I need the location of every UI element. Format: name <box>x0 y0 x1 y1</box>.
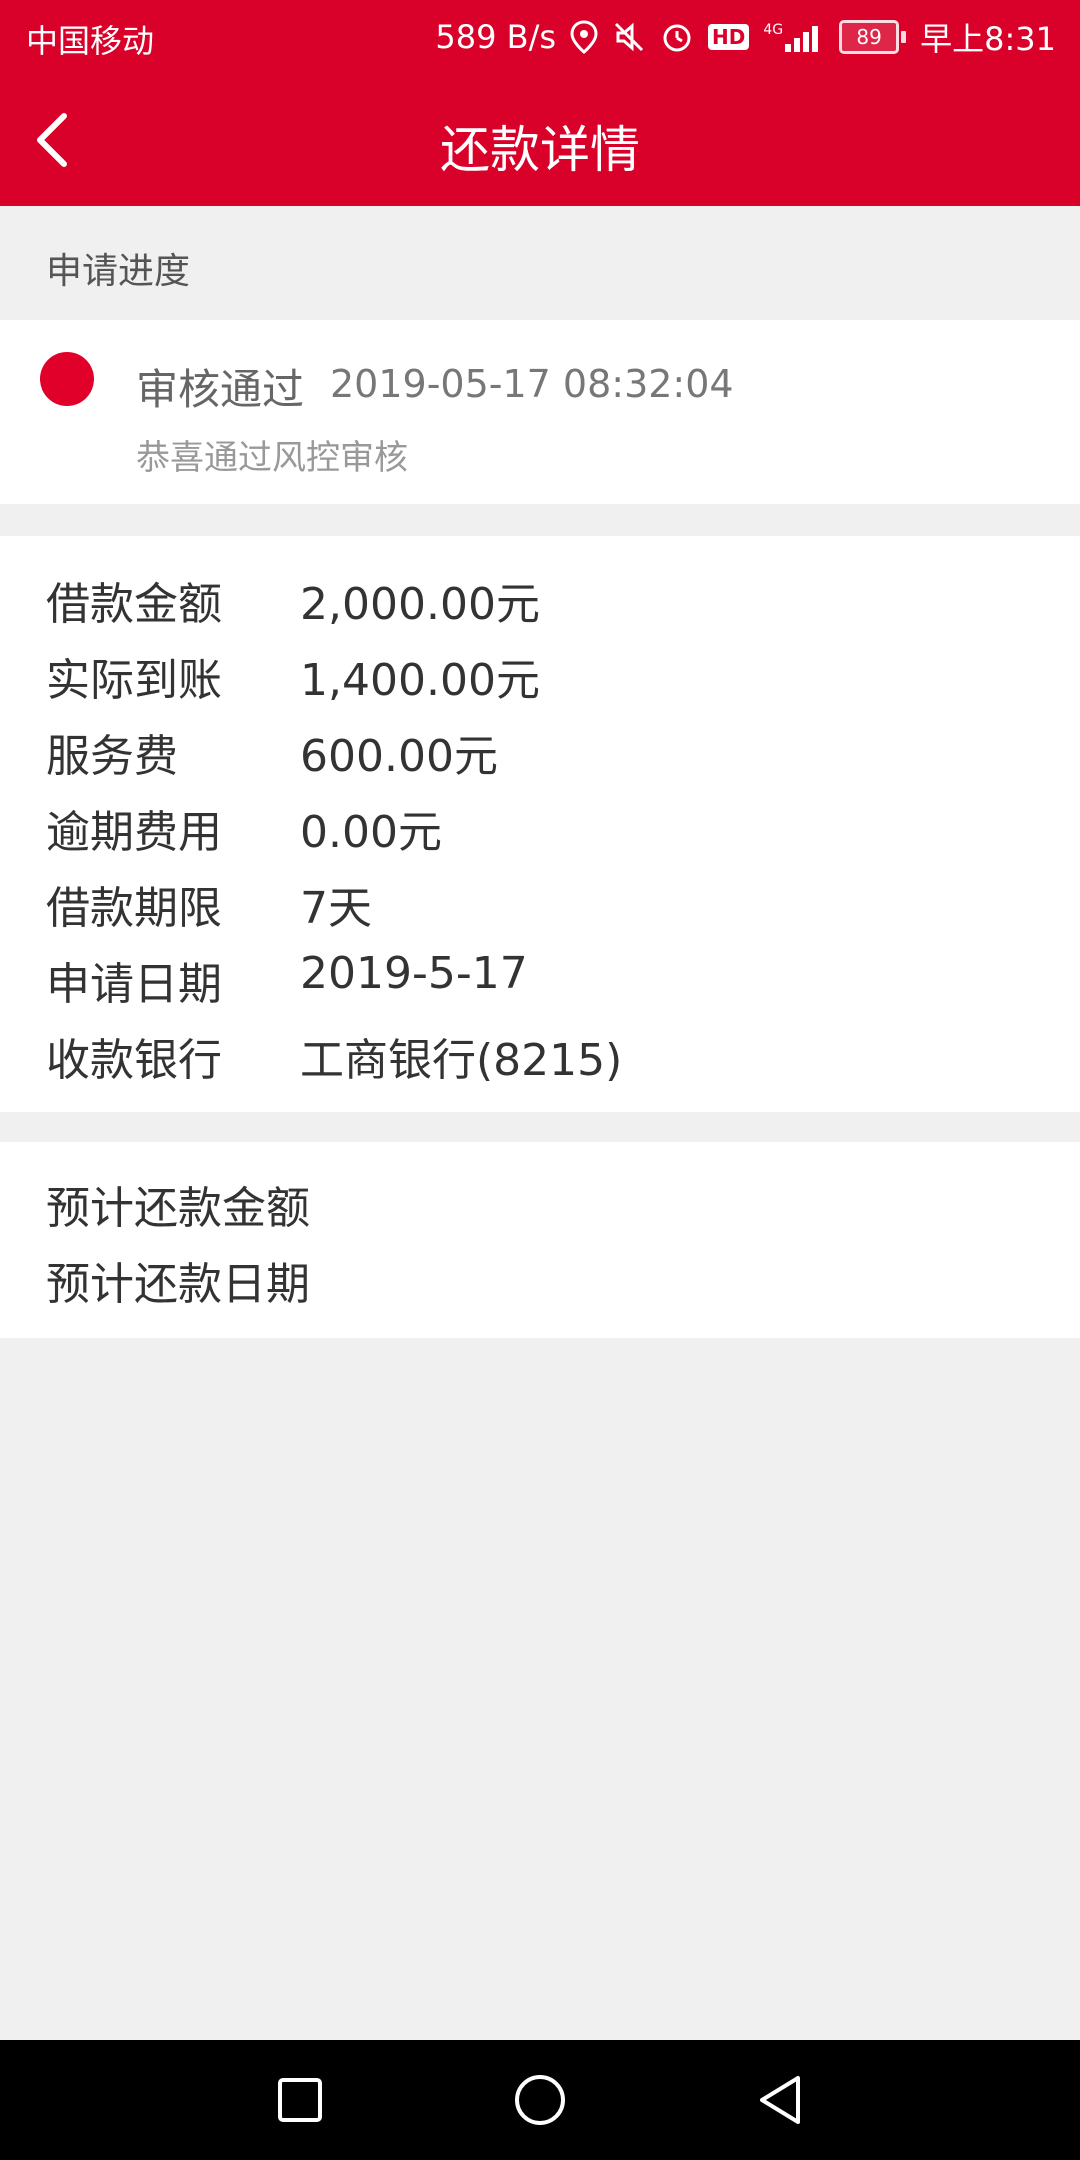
progress-section-label: 申请进度 <box>46 251 191 292</box>
clock: 早上8:31 <box>920 20 1056 58</box>
back-icon[interactable] <box>750 2070 810 2130</box>
system-nav-bar <box>0 2040 1080 2160</box>
detail-value: 600.00元 <box>300 731 498 782</box>
signal-icon: 4G <box>763 22 825 52</box>
network-type: 4G <box>763 22 784 38</box>
loan-details-card: 借款金额 2,000.00元 实际到账 1,400.00元 服务费 600.00… <box>0 536 1080 1112</box>
progress-status: 审核通过 <box>136 365 305 414</box>
detail-value: 2019-5-17 <box>300 948 528 999</box>
battery-icon: 89 <box>839 20 907 54</box>
detail-row-loan-term: 借款期限 7天 <box>0 872 1080 942</box>
home-icon[interactable] <box>510 2070 570 2130</box>
detail-row-loan-amount: 借款金额 2,000.00元 <box>0 568 1080 638</box>
detail-value: 2,000.00元 <box>300 579 540 630</box>
hd-icon: HD <box>708 24 750 50</box>
progress-message: 恭喜通过风控审核 <box>136 438 408 478</box>
detail-label: 收款银行 <box>46 1035 222 1086</box>
status-bar: 中国移动 589 B/s HD 4G 89 早上8:31 <box>0 0 1080 72</box>
repayment-date-label: 预计还款日期 <box>46 1259 310 1310</box>
mute-icon <box>614 22 644 52</box>
carrier-name: 中国移动 <box>26 22 155 60</box>
detail-value: 工商银行(8215) <box>300 1035 623 1086</box>
status-indicators: 589 B/s HD 4G 89 早上8:31 <box>435 14 1056 60</box>
repayment-amount-label: 预计还款金额 <box>46 1183 310 1234</box>
repayment-card: 预计还款金额 预计还款日期 <box>0 1142 1080 1338</box>
page-title: 还款详情 <box>440 121 640 179</box>
location-icon <box>570 20 598 54</box>
detail-row-received: 实际到账 1,400.00元 <box>0 644 1080 714</box>
detail-value: 1,400.00元 <box>300 655 540 706</box>
detail-row-service-fee: 服务费 600.00元 <box>0 720 1080 790</box>
detail-label: 实际到账 <box>46 655 222 706</box>
detail-label: 借款金额 <box>46 579 222 630</box>
detail-label: 服务费 <box>46 731 178 782</box>
detail-row-overdue-fee: 逾期费用 0.00元 <box>0 796 1080 866</box>
recent-apps-icon[interactable] <box>270 2070 330 2130</box>
alarm-icon <box>663 24 691 52</box>
network-speed: 589 B/s <box>435 18 557 56</box>
detail-label: 借款期限 <box>46 883 222 934</box>
battery-level: 89 <box>839 20 900 54</box>
progress-timestamp: 2019-05-17 08:32:04 <box>330 362 734 406</box>
detail-row-bank: 收款银行 工商银行(8215) <box>0 1024 1080 1094</box>
status-dot <box>40 352 94 406</box>
detail-value: 0.00元 <box>300 807 442 858</box>
app-header: 还款详情 <box>0 72 1080 206</box>
detail-value: 7天 <box>300 883 372 934</box>
detail-label: 逾期费用 <box>46 807 222 858</box>
detail-row-apply-date: 申请日期 2019-5-17 <box>0 948 1080 1018</box>
detail-label: 申请日期 <box>46 959 222 1010</box>
